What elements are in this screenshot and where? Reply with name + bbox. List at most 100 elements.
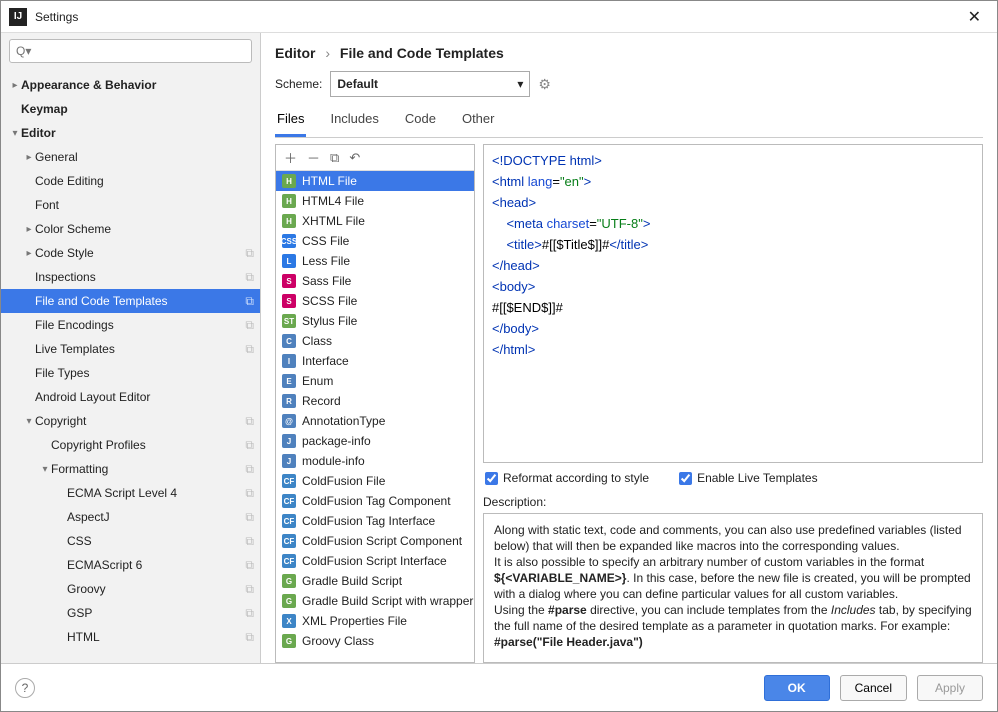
- apply-button[interactable]: Apply: [917, 675, 983, 701]
- filetype-icon: CF: [282, 534, 296, 548]
- template-item[interactable]: STStylus File: [276, 311, 474, 331]
- sidebar-item[interactable]: Groovy⧉: [1, 577, 260, 601]
- template-item[interactable]: GGroovy Class: [276, 631, 474, 651]
- sidebar-item[interactable]: ECMA Script Level 4⧉: [1, 481, 260, 505]
- sidebar-item[interactable]: Font: [1, 193, 260, 217]
- sidebar-item[interactable]: Keymap: [1, 97, 260, 121]
- search-input[interactable]: [9, 39, 252, 63]
- template-item[interactable]: Jpackage-info: [276, 431, 474, 451]
- undo-icon[interactable]: ↶: [349, 150, 360, 166]
- arrow-icon: ▸: [23, 248, 35, 259]
- sidebar-item[interactable]: ECMAScript 6⧉: [1, 553, 260, 577]
- template-toolbar: ＋ － ⧉ ↶: [276, 145, 474, 171]
- sidebar-item[interactable]: File Types: [1, 361, 260, 385]
- tab-files[interactable]: Files: [275, 105, 306, 137]
- template-item[interactable]: CFColdFusion Tag Component: [276, 491, 474, 511]
- sidebar-item[interactable]: Inspections⧉: [1, 265, 260, 289]
- template-item[interactable]: S SCSS File: [276, 291, 474, 311]
- filetype-icon: CF: [282, 474, 296, 488]
- close-icon[interactable]: ✕: [960, 5, 989, 29]
- template-list[interactable]: HHTML FileHHTML4 FileHXHTML FileCSSCSS F…: [276, 171, 474, 662]
- filetype-icon: S: [282, 294, 296, 308]
- template-item[interactable]: CFColdFusion Script Interface: [276, 551, 474, 571]
- sidebar-item-label: Groovy: [67, 582, 241, 596]
- template-item[interactable]: CClass: [276, 331, 474, 351]
- tab-other[interactable]: Other: [460, 105, 497, 137]
- settings-tree[interactable]: ▸Appearance & BehaviorKeymap▾Editor▸Gene…: [1, 69, 260, 663]
- filetype-icon: @: [282, 414, 296, 428]
- help-icon[interactable]: ?: [15, 678, 35, 698]
- arrow-icon: ▾: [9, 128, 21, 139]
- copy-icon[interactable]: ⧉: [330, 150, 339, 166]
- template-list-panel: ＋ － ⧉ ↶ HHTML FileHHTML4 FileHXHTML File…: [275, 144, 475, 663]
- sidebar-item-label: GSP: [67, 606, 241, 620]
- cancel-button[interactable]: Cancel: [840, 675, 907, 701]
- filetype-icon: J: [282, 434, 296, 448]
- template-label: ColdFusion Tag Interface: [302, 514, 435, 528]
- template-item[interactable]: XXML Properties File: [276, 611, 474, 631]
- sidebar-item[interactable]: Live Templates⧉: [1, 337, 260, 361]
- sidebar-item[interactable]: Copyright Profiles⧉: [1, 433, 260, 457]
- arrow-icon: ▾: [23, 416, 35, 427]
- template-editor[interactable]: <!DOCTYPE html> <html lang="en"> <head> …: [483, 144, 983, 463]
- sidebar-item[interactable]: HTML⧉: [1, 625, 260, 649]
- template-item[interactable]: CF ColdFusion Tag Interface: [276, 511, 474, 531]
- tab-code[interactable]: Code: [403, 105, 438, 137]
- template-item[interactable]: EEnum: [276, 371, 474, 391]
- template-item[interactable]: HHTML4 File: [276, 191, 474, 211]
- scope-icon: ⧉: [245, 558, 254, 573]
- template-label: ColdFusion Tag Component: [302, 494, 451, 508]
- template-item[interactable]: @AnnotationType: [276, 411, 474, 431]
- sidebar-item[interactable]: GSP⧉: [1, 601, 260, 625]
- template-item[interactable]: HHTML File: [276, 171, 474, 191]
- template-item[interactable]: HXHTML File: [276, 211, 474, 231]
- sidebar-item[interactable]: ▸Code Style⧉: [1, 241, 260, 265]
- template-item[interactable]: IInterface: [276, 351, 474, 371]
- template-item[interactable]: SSass File: [276, 271, 474, 291]
- template-item[interactable]: CFColdFusion Script Component: [276, 531, 474, 551]
- sidebar-item[interactable]: ▾Copyright⧉: [1, 409, 260, 433]
- live-templates-checkbox[interactable]: Enable Live Templates: [679, 471, 818, 485]
- sidebar-item[interactable]: File and Code Templates⧉: [1, 289, 260, 313]
- template-label: Sass File: [302, 274, 351, 288]
- scheme-select[interactable]: Default ▾: [330, 71, 530, 97]
- sidebar-item[interactable]: ▾Editor: [1, 121, 260, 145]
- sidebar-item-label: Font: [35, 198, 254, 212]
- template-item[interactable]: RRecord: [276, 391, 474, 411]
- sidebar-item[interactable]: Code Editing: [1, 169, 260, 193]
- add-icon[interactable]: ＋: [284, 148, 297, 167]
- sidebar-item-label: Editor: [21, 126, 254, 140]
- filetype-icon: H: [282, 174, 296, 188]
- template-item[interactable]: CSSCSS File: [276, 231, 474, 251]
- remove-icon[interactable]: －: [307, 148, 320, 167]
- template-item[interactable]: GGradle Build Script: [276, 571, 474, 591]
- template-item[interactable]: GGradle Build Script with wrapper: [276, 591, 474, 611]
- filetype-icon: CF: [282, 514, 296, 528]
- tab-includes[interactable]: Includes: [328, 105, 380, 137]
- sidebar-item[interactable]: CSS⧉: [1, 529, 260, 553]
- sidebar-item[interactable]: AspectJ⧉: [1, 505, 260, 529]
- sidebar-item[interactable]: Android Layout Editor: [1, 385, 260, 409]
- template-item[interactable]: LLess File: [276, 251, 474, 271]
- sidebar-item[interactable]: ▾Formatting⧉: [1, 457, 260, 481]
- template-item[interactable]: CFColdFusion File: [276, 471, 474, 491]
- scope-icon: ⧉: [245, 318, 254, 333]
- template-item[interactable]: Jmodule-info: [276, 451, 474, 471]
- description-box[interactable]: Along with static text, code and comment…: [483, 513, 983, 663]
- template-label: Enum: [302, 374, 333, 388]
- template-label: SCSS File: [302, 294, 357, 308]
- arrow-icon: ▸: [23, 224, 35, 235]
- sidebar-item[interactable]: ▸Appearance & Behavior: [1, 73, 260, 97]
- scope-icon: ⧉: [245, 270, 254, 285]
- gear-icon[interactable]: ⚙: [538, 76, 551, 93]
- reformat-checkbox[interactable]: Reformat according to style: [485, 471, 649, 485]
- sidebar-item[interactable]: File Encodings⧉: [1, 313, 260, 337]
- scope-icon: ⧉: [245, 486, 254, 501]
- sidebar-item[interactable]: ▸General: [1, 145, 260, 169]
- scope-icon: ⧉: [245, 534, 254, 549]
- scope-icon: ⧉: [245, 294, 254, 309]
- template-label: Less File: [302, 254, 350, 268]
- ok-button[interactable]: OK: [764, 675, 830, 701]
- sidebar-item[interactable]: ▸Color Scheme: [1, 217, 260, 241]
- template-label: XML Properties File: [302, 614, 407, 628]
